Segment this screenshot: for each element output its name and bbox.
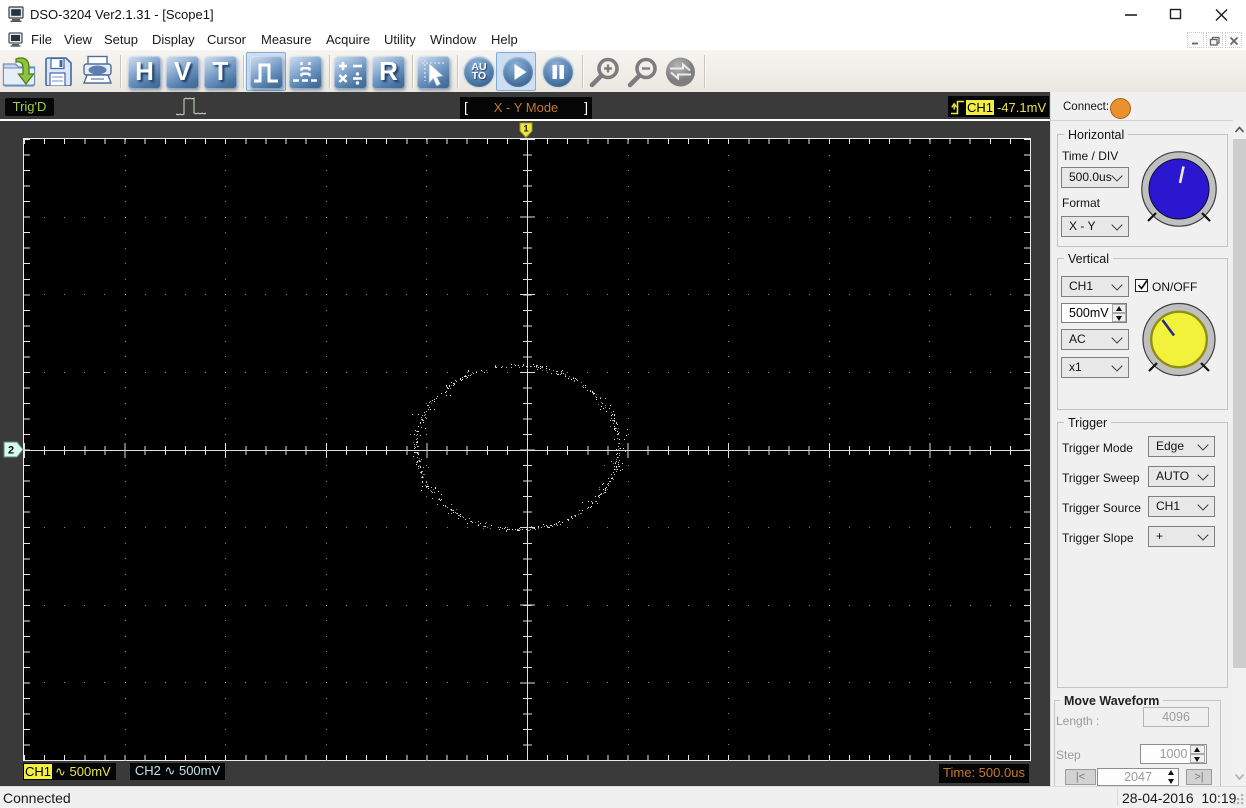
svg-text:1: 1	[523, 124, 529, 135]
svg-text:2: 2	[8, 445, 14, 457]
